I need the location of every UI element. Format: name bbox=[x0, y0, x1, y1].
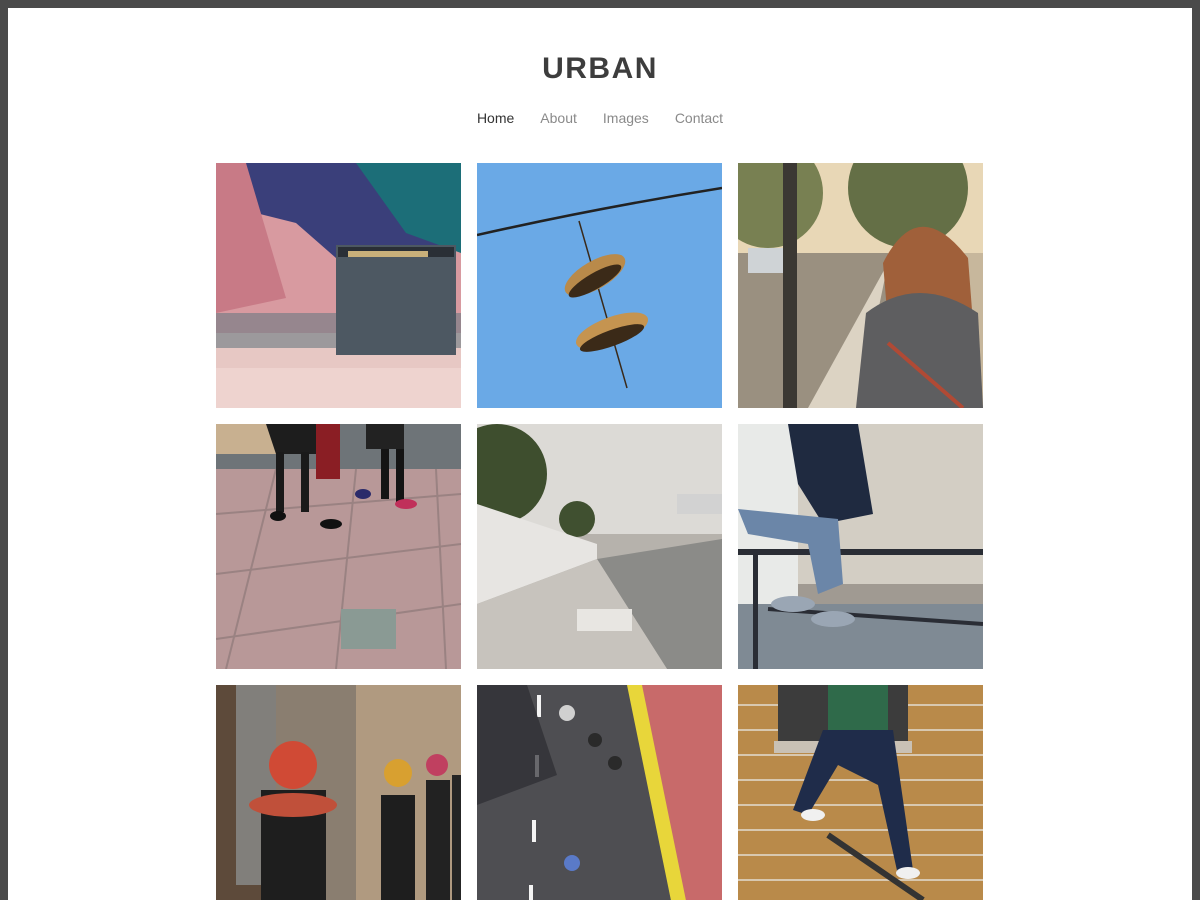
gallery-image-railing-sitter[interactable] bbox=[738, 424, 983, 669]
nav-item-about[interactable]: About bbox=[540, 110, 577, 126]
main-nav: Home About Images Contact bbox=[8, 110, 1192, 126]
site-title[interactable]: URBAN bbox=[8, 52, 1192, 86]
nav-item-images[interactable]: Images bbox=[603, 110, 649, 126]
gallery-image-trash-can[interactable] bbox=[216, 163, 461, 408]
gallery-image-bollards[interactable] bbox=[216, 685, 461, 900]
nav-item-contact[interactable]: Contact bbox=[675, 110, 723, 126]
gallery-image-brick-skater[interactable] bbox=[738, 685, 983, 900]
gallery-image-riverbank[interactable] bbox=[477, 424, 722, 669]
gallery-image-walking-legs[interactable] bbox=[216, 424, 461, 669]
gallery-image-skaters-aerial[interactable] bbox=[477, 685, 722, 900]
page: URBAN Home About Images Contact bbox=[8, 8, 1192, 900]
image-gallery bbox=[216, 163, 984, 900]
gallery-image-woman-pole[interactable] bbox=[738, 163, 983, 408]
nav-item-home[interactable]: Home bbox=[477, 110, 514, 126]
gallery-image-hanging-shoes[interactable] bbox=[477, 163, 722, 408]
